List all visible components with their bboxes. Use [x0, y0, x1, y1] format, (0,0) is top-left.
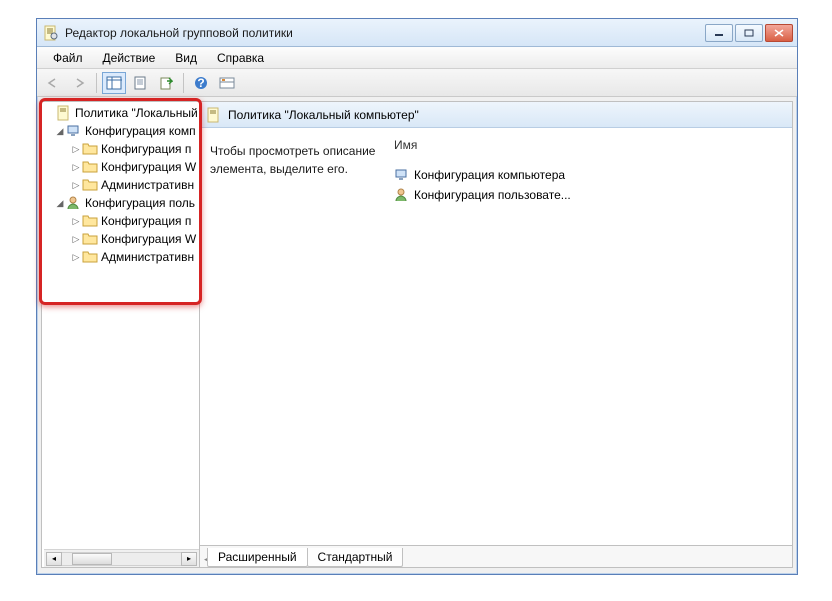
close-button[interactable]: [765, 24, 793, 42]
tree-item[interactable]: ▷ Административн: [44, 176, 199, 194]
computer-icon: [66, 123, 82, 139]
tree-item[interactable]: ▷ Конфигурация W: [44, 230, 199, 248]
tree-label: Административн: [101, 250, 194, 264]
tab-extended[interactable]: Расширенный: [207, 548, 308, 567]
tree-label: Конфигурация комп: [85, 124, 196, 138]
policy-icon: [206, 107, 222, 123]
folder-icon: [82, 231, 98, 247]
menu-view[interactable]: Вид: [165, 49, 207, 67]
app-window: Редактор локальной групповой политики Фа…: [36, 18, 798, 575]
tree-user-config[interactable]: ◢ Конфигурация поль: [44, 194, 199, 212]
filter-button[interactable]: [215, 72, 239, 94]
expander-icon[interactable]: ▷: [70, 216, 82, 227]
folder-icon: [82, 177, 98, 193]
tree-root[interactable]: Политика "Локальный: [44, 104, 199, 122]
tree-label: Конфигурация п: [101, 214, 191, 228]
policy-icon: [56, 105, 72, 121]
forward-button[interactable]: [67, 72, 91, 94]
properties-button[interactable]: [128, 72, 152, 94]
tree-label: Конфигурация W: [101, 232, 196, 246]
folder-icon: [82, 213, 98, 229]
content-header: Политика "Локальный компьютер": [200, 102, 792, 128]
view-tabs: ◂ Расширенный Стандартный: [200, 545, 792, 567]
expander-icon[interactable]: ◢: [54, 126, 66, 137]
folder-icon: [82, 249, 98, 265]
expander-icon[interactable]: ▷: [70, 234, 82, 245]
back-button[interactable]: [41, 72, 65, 94]
expander-icon[interactable]: ◢: [54, 198, 66, 209]
scroll-thumb[interactable]: [72, 553, 112, 565]
tree: Политика "Локальный ◢ Конфигурация комп …: [44, 104, 199, 549]
export-button[interactable]: [154, 72, 178, 94]
column-header-name[interactable]: Имя: [390, 138, 792, 157]
user-icon: [394, 187, 410, 203]
list-item[interactable]: Конфигурация компьютера: [390, 165, 792, 185]
tree-item[interactable]: ▷ Конфигурация W: [44, 158, 199, 176]
expander-icon[interactable]: ▷: [70, 144, 82, 155]
content-pane: Политика "Локальный компьютер" Чтобы про…: [200, 102, 792, 567]
scroll-right-button[interactable]: ▸: [181, 552, 197, 566]
tree-item[interactable]: ▷ Конфигурация п: [44, 212, 199, 230]
content-title: Политика "Локальный компьютер": [228, 108, 419, 122]
list-item-label: Конфигурация пользовате...: [414, 188, 571, 202]
toolbar: ?: [37, 69, 797, 97]
tree-label: Конфигурация п: [101, 142, 191, 156]
menu-file[interactable]: Файл: [43, 49, 93, 67]
tab-standard[interactable]: Стандартный: [307, 548, 404, 567]
menu-action[interactable]: Действие: [93, 49, 166, 67]
expander-icon[interactable]: ▷: [70, 252, 82, 263]
expander-icon[interactable]: ▷: [70, 162, 82, 173]
tree-label: Политика "Локальный: [75, 106, 198, 120]
client-area: Политика "Локальный ◢ Конфигурация комп …: [41, 101, 793, 568]
folder-icon: [82, 141, 98, 157]
show-tree-button[interactable]: [102, 72, 126, 94]
tree-pane: Политика "Локальный ◢ Конфигурация комп …: [42, 102, 200, 567]
maximize-button[interactable]: [735, 24, 763, 42]
help-button[interactable]: ?: [189, 72, 213, 94]
window-title: Редактор локальной групповой политики: [65, 26, 705, 40]
menu-help[interactable]: Справка: [207, 49, 274, 67]
scroll-track[interactable]: [62, 552, 181, 566]
tree-label: Административн: [101, 178, 194, 192]
tree-item[interactable]: ▷ Конфигурация п: [44, 140, 199, 158]
list-item[interactable]: Конфигурация пользовате...: [390, 185, 792, 205]
tree-item[interactable]: ▷ Административн: [44, 248, 199, 266]
scroll-left-button[interactable]: ◂: [46, 552, 62, 566]
expander-icon[interactable]: ▷: [70, 180, 82, 191]
minimize-button[interactable]: [705, 24, 733, 42]
horizontal-scrollbar[interactable]: ◂ ▸: [44, 549, 199, 567]
list-item-label: Конфигурация компьютера: [414, 168, 565, 182]
app-icon: [43, 25, 59, 41]
titlebar: Редактор локальной групповой политики: [37, 19, 797, 47]
user-icon: [66, 195, 82, 211]
tree-label: Конфигурация W: [101, 160, 196, 174]
item-list: Имя Конфигурация компьютера Конфигурация…: [390, 128, 792, 545]
menubar: Файл Действие Вид Справка: [37, 47, 797, 69]
description-text: Чтобы просмотреть описание элемента, выд…: [200, 128, 390, 545]
svg-text:?: ?: [197, 76, 204, 90]
folder-icon: [82, 159, 98, 175]
computer-icon: [394, 167, 410, 183]
tree-computer-config[interactable]: ◢ Конфигурация комп: [44, 122, 199, 140]
tree-label: Конфигурация поль: [85, 196, 195, 210]
